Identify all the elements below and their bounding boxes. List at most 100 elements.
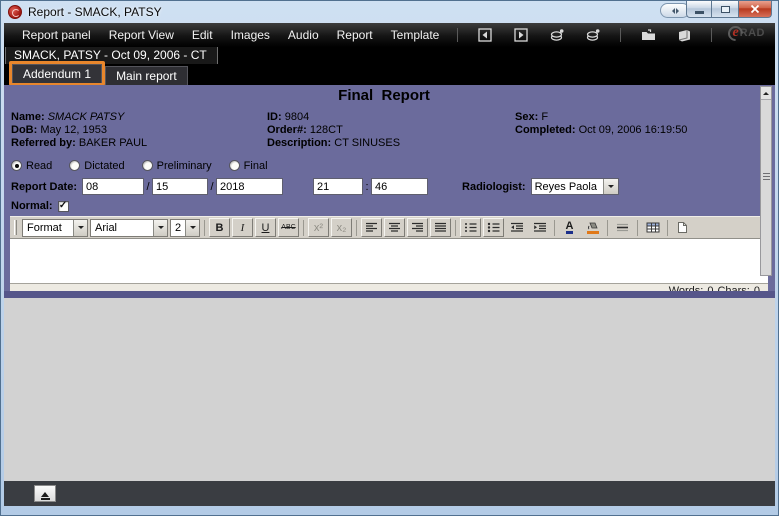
radio-read[interactable]: Read: [11, 160, 52, 172]
radio-dictated[interactable]: Dictated: [69, 160, 124, 172]
dropdown-arrow-box[interactable]: [73, 220, 87, 236]
font-size-select[interactable]: 2: [170, 219, 200, 237]
toolbar-separator: [554, 220, 555, 236]
nav-forward-button[interactable]: [512, 26, 530, 44]
indent-button[interactable]: [529, 218, 550, 237]
tab-main-report[interactable]: Main report: [105, 66, 188, 85]
radio-final[interactable]: Final: [229, 160, 268, 172]
dropdown-arrow-box[interactable]: [185, 220, 199, 236]
close-icon: [750, 4, 760, 14]
font-select[interactable]: Arial: [90, 219, 168, 237]
editor-content-area[interactable]: [10, 239, 768, 284]
study-description: Description: CT SINUSES: [267, 137, 515, 150]
report-date-day-input[interactable]: [152, 178, 208, 195]
chars-label: Chars:: [717, 285, 749, 291]
outdent-button[interactable]: [506, 218, 527, 237]
titlebar[interactable]: Report - SMACK, PATSY: [1, 1, 778, 23]
underline-button[interactable]: U: [255, 218, 276, 237]
new-document-button[interactable]: [672, 218, 693, 237]
radio-final-icon[interactable]: [229, 160, 240, 171]
patient-sex: Sex: F: [515, 111, 757, 124]
dropdown-arrow-box[interactable]: [153, 220, 167, 236]
menu-report-panel[interactable]: Report panel: [22, 28, 91, 42]
erad-logo: e RAD: [728, 25, 765, 41]
menubar: Report panel Report View Edit Images Aud…: [4, 23, 775, 47]
nav-forward-icon: [513, 27, 529, 43]
radio-dictated-label: Dictated: [84, 160, 124, 172]
stamp-alt-button[interactable]: [584, 26, 602, 44]
radiologist-select[interactable]: Reyes Paola: [531, 178, 619, 195]
menu-report[interactable]: Report: [337, 28, 373, 42]
insert-table-button[interactable]: [642, 218, 663, 237]
referred-value: BAKER PAUL: [79, 137, 147, 149]
report-date-month-input[interactable]: [82, 178, 144, 195]
nav-back-button[interactable]: [476, 26, 494, 44]
tab-addendum-1[interactable]: Addendum 1: [12, 64, 102, 83]
toolbar-separator: [620, 28, 621, 42]
italic-button[interactable]: I: [232, 218, 253, 237]
dob-label: DoB:: [11, 124, 37, 136]
report-time-minute-input[interactable]: [371, 178, 428, 195]
radio-read-icon[interactable]: [11, 160, 22, 171]
format-value: Format: [23, 220, 73, 236]
normal-checkbox[interactable]: [58, 201, 69, 212]
dropdown-arrow-box[interactable]: [603, 179, 618, 194]
align-left-button[interactable]: [361, 218, 382, 237]
arrow-right-icon: [676, 8, 682, 14]
minimize-button[interactable]: [686, 1, 712, 18]
menu-images[interactable]: Images: [231, 28, 270, 42]
report-date-year-input[interactable]: [216, 178, 283, 195]
superscript-button[interactable]: x²: [308, 218, 329, 237]
open-folder-icon: [640, 27, 657, 43]
menu-audio[interactable]: Audio: [288, 28, 319, 42]
radio-preliminary[interactable]: Preliminary: [142, 160, 212, 172]
align-justify-button[interactable]: [430, 218, 451, 237]
toolbar-separator: [711, 28, 712, 42]
new-document-icon: [677, 221, 688, 234]
order-number: Order#: 128CT: [267, 124, 515, 137]
reports-book-button[interactable]: [675, 26, 693, 44]
format-select[interactable]: Format: [22, 219, 88, 237]
vertical-splitter[interactable]: [760, 86, 772, 276]
highlight-color-button[interactable]: [582, 218, 603, 237]
client-area: Report panel Report View Edit Images Aud…: [4, 23, 775, 506]
font-color-button[interactable]: A: [559, 218, 580, 237]
annotation-highlight: Addendum 1: [9, 61, 105, 86]
align-right-button[interactable]: [407, 218, 428, 237]
ordered-list-button[interactable]: [460, 218, 481, 237]
name-label: Name:: [11, 111, 45, 123]
toolbar-separator: [667, 220, 668, 236]
splitter-collapse-button[interactable]: [761, 87, 771, 100]
unordered-list-button[interactable]: [483, 218, 504, 237]
toolbar-grip[interactable]: [14, 220, 17, 235]
editor-status-bar: Words: 0 Chars: 0: [10, 284, 768, 291]
radio-dictated-icon[interactable]: [69, 160, 80, 171]
nav-back-icon: [477, 27, 493, 43]
maximize-button[interactable]: [712, 1, 738, 18]
referred-by: Referred by: BAKER PAUL: [11, 137, 267, 150]
insert-table-icon: [646, 222, 660, 233]
strikethrough-button[interactable]: ABC: [278, 218, 299, 237]
report-time-hour-input[interactable]: [313, 178, 363, 195]
menu-template[interactable]: Template: [391, 28, 440, 42]
report-heading: Final Report: [11, 87, 757, 106]
horizontal-rule-button[interactable]: [612, 218, 633, 237]
align-center-button[interactable]: [384, 218, 405, 237]
chevron-down-icon: [190, 226, 196, 232]
triangle-up-icon: [763, 89, 769, 95]
words-count: 0: [707, 285, 713, 291]
menu-report-view[interactable]: Report View: [109, 28, 174, 42]
bottom-panel-bar: [4, 481, 775, 506]
close-button[interactable]: [738, 1, 772, 18]
patient-id: ID: 9804: [267, 111, 515, 124]
open-folder-button[interactable]: [639, 26, 657, 44]
align-right-icon: [411, 222, 424, 233]
bold-button[interactable]: B: [209, 218, 230, 237]
menu-edit[interactable]: Edit: [192, 28, 213, 42]
radio-preliminary-icon[interactable]: [142, 160, 153, 171]
stamp-button[interactable]: [548, 26, 566, 44]
expand-panel-button[interactable]: [34, 485, 56, 502]
patient-dob: DoB: May 12, 1953: [11, 124, 267, 137]
sex-label: Sex:: [515, 111, 538, 123]
subscript-button[interactable]: x₂: [331, 218, 352, 237]
